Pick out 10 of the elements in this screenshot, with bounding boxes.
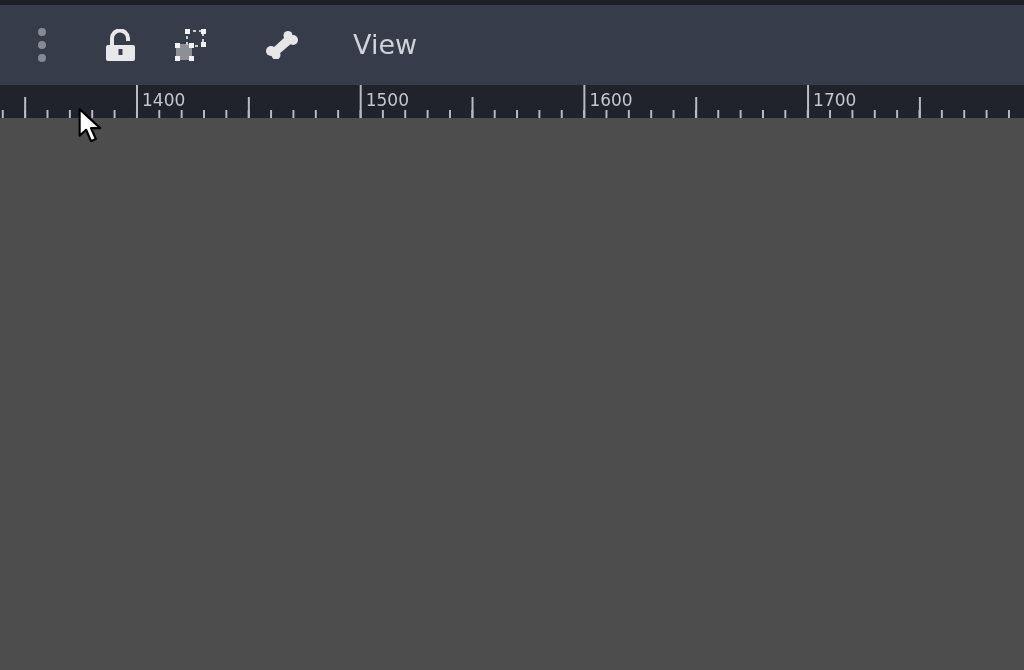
bone-icon[interactable] bbox=[266, 31, 298, 59]
mouse-pointer-icon bbox=[78, 107, 104, 145]
padlock-icon[interactable] bbox=[106, 29, 135, 61]
ruler-label: 1600 bbox=[589, 92, 633, 109]
selection-squares-icon[interactable] bbox=[175, 29, 206, 61]
ruler-label: 1700 bbox=[813, 92, 857, 109]
ruler-label: 1500 bbox=[365, 92, 409, 109]
view-menu-button[interactable]: View bbox=[353, 30, 418, 60]
ruler-label: 1400 bbox=[142, 92, 186, 109]
vertical-dots-icon[interactable] bbox=[37, 28, 47, 62]
